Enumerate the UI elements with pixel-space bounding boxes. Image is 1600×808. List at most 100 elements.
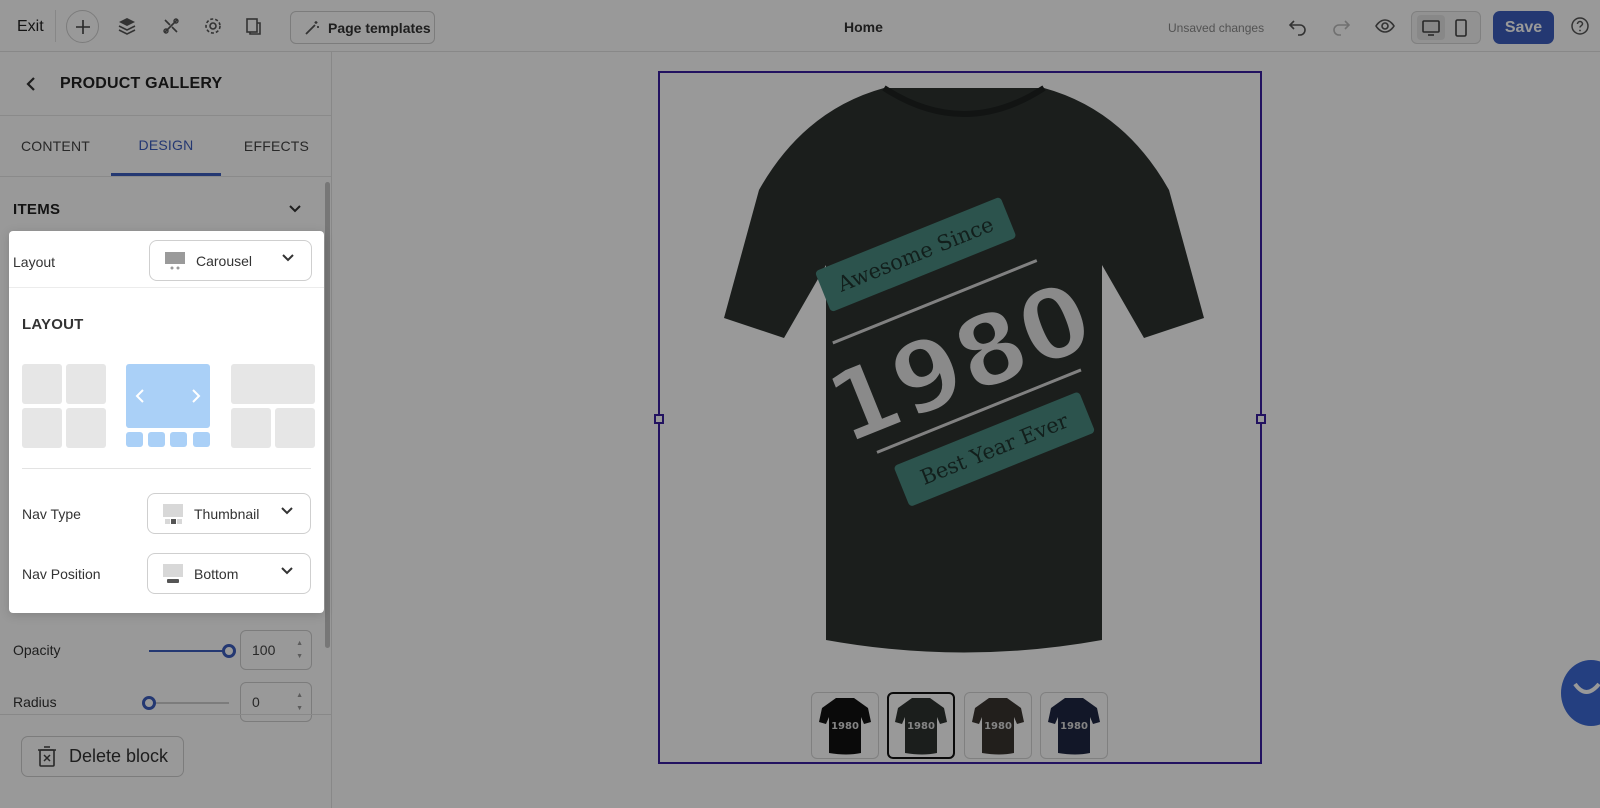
undo-icon [1288, 20, 1306, 36]
carousel-next-icon [192, 389, 201, 403]
thumbnail-year-text: 1980 [1060, 721, 1088, 732]
chat-icon [1573, 682, 1600, 694]
nav-type-dropdown[interactable]: Thumbnail [147, 493, 311, 534]
settings-button[interactable] [202, 15, 224, 37]
gallery-thumbnail[interactable]: 1980 [964, 692, 1032, 759]
mobile-view-button[interactable] [1447, 15, 1475, 40]
redo-icon [1333, 20, 1351, 36]
preview-button[interactable] [1374, 15, 1396, 37]
layout-dropdown-value: Carousel [196, 252, 253, 269]
pages-icon [246, 18, 261, 35]
tab-content[interactable]: CONTENT [0, 116, 111, 176]
thumbnail-nav-icon [163, 503, 183, 524]
delete-block-label: Delete block [69, 746, 169, 766]
layout-option-feature-grid[interactable] [231, 364, 315, 448]
thumbnail-shirt-image: 1980 [819, 697, 871, 754]
components-icon [163, 18, 179, 34]
gallery-thumbnail[interactable]: 1980 [1040, 692, 1108, 759]
radius-slider-knob[interactable] [142, 696, 156, 710]
chevron-down-icon [282, 254, 294, 262]
save-button[interactable]: Save [1493, 11, 1554, 44]
gear-icon [205, 18, 221, 34]
radius-value: 0 [252, 694, 260, 710]
delete-icon [38, 745, 56, 767]
device-switcher [1411, 11, 1481, 44]
decrement-arrow-icon[interactable]: ▼ [296, 653, 303, 661]
page-title: Home [844, 19, 883, 35]
page-templates-button[interactable]: Page templates [290, 11, 435, 44]
panel-title: PRODUCT GALLERY [60, 74, 223, 92]
layout-popover: Layout Carousel LAYOUT Nav Type Thumbnai… [9, 231, 324, 613]
thumbnail-year-text: 1980 [831, 721, 859, 732]
thumbnail-year-text: 1980 [984, 721, 1012, 732]
desktop-icon [1422, 19, 1440, 36]
resize-handle-right[interactable] [1256, 414, 1266, 424]
increment-arrow-icon[interactable]: ▲ [296, 640, 303, 648]
resize-handle-left[interactable] [654, 414, 664, 424]
thumbnail-year-text: 1980 [907, 721, 935, 732]
carousel-prev-icon [135, 389, 144, 403]
chevron-down-icon [281, 567, 293, 575]
layout-heading: LAYOUT [22, 316, 84, 333]
nav-position-dropdown[interactable]: Bottom [147, 553, 311, 594]
layout-options-panel: LAYOUT Nav Type Thumbnail Nav Position B… [9, 287, 324, 613]
panel-scrollbar[interactable] [325, 182, 330, 648]
gallery-thumbnail[interactable]: 1980 [887, 692, 955, 759]
items-section-title: ITEMS [13, 200, 61, 218]
delete-block-area: Delete block [0, 714, 332, 808]
bottom-position-icon [163, 563, 183, 583]
opacity-input[interactable]: 100 ▲ ▼ [240, 630, 312, 670]
toolbar-divider [55, 10, 56, 42]
help-button[interactable] [1569, 15, 1591, 37]
pages-button[interactable] [242, 15, 264, 37]
layers-button[interactable] [116, 15, 138, 37]
nav-position-value: Bottom [194, 565, 239, 582]
carousel-layout-icon [165, 251, 185, 269]
layout-option-carousel[interactable] [126, 364, 210, 448]
tab-effects[interactable]: EFFECTS [221, 116, 332, 176]
nav-type-label: Nav Type [22, 505, 81, 522]
tab-design[interactable]: DESIGN [111, 116, 221, 176]
gallery-thumbnail[interactable]: 1980 [811, 692, 879, 759]
items-section-header[interactable]: ITEMS [0, 186, 322, 232]
thumbnail-shirt-image: 1980 [1048, 697, 1100, 754]
popover-divider [22, 468, 311, 469]
undo-button[interactable] [1287, 15, 1309, 37]
magic-wand-icon [305, 20, 319, 35]
exit-button[interactable]: Exit [17, 18, 44, 36]
nav-position-label: Nav Position [22, 565, 101, 582]
layers-icon [118, 18, 136, 35]
layout-option-grid[interactable] [22, 364, 106, 448]
nav-type-value: Thumbnail [194, 505, 260, 522]
panel-tabs: CONTENT DESIGN EFFECTS [0, 116, 331, 177]
decrement-arrow-icon[interactable]: ▼ [296, 705, 303, 713]
opacity-slider-fill [149, 650, 229, 652]
page-templates-label: Page templates [328, 19, 431, 36]
radius-slider[interactable] [142, 696, 229, 710]
eye-icon [1375, 19, 1395, 33]
panel-header: PRODUCT GALLERY [0, 52, 331, 116]
top-toolbar: Exit Page templates Home Unsaved changes… [0, 0, 1600, 52]
opacity-value: 100 [252, 642, 276, 658]
components-button[interactable] [160, 15, 182, 37]
delete-block-button[interactable]: Delete block [21, 736, 184, 777]
help-icon [1571, 17, 1589, 35]
opacity-slider-knob[interactable] [222, 644, 236, 658]
layout-dropdown[interactable]: Carousel [149, 240, 312, 281]
radius-label: Radius [13, 694, 57, 710]
save-status: Unsaved changes [1168, 21, 1265, 35]
main-product-image[interactable]: Awesome Since 1980 Best Year Ever [704, 80, 1224, 670]
redo-button[interactable] [1330, 15, 1352, 37]
opacity-slider[interactable] [149, 644, 236, 658]
chevron-down-icon [289, 205, 301, 213]
plus-icon [75, 19, 90, 34]
increment-arrow-icon[interactable]: ▲ [296, 692, 303, 700]
mobile-icon [1455, 18, 1467, 37]
thumbnail-shirt-image: 1980 [972, 697, 1024, 754]
opacity-label: Opacity [13, 642, 61, 658]
desktop-view-button[interactable] [1417, 15, 1445, 40]
layout-label: Layout [13, 254, 56, 270]
chevron-down-icon [281, 507, 293, 515]
add-block-button[interactable] [66, 10, 99, 43]
back-arrow-icon[interactable] [24, 76, 38, 92]
